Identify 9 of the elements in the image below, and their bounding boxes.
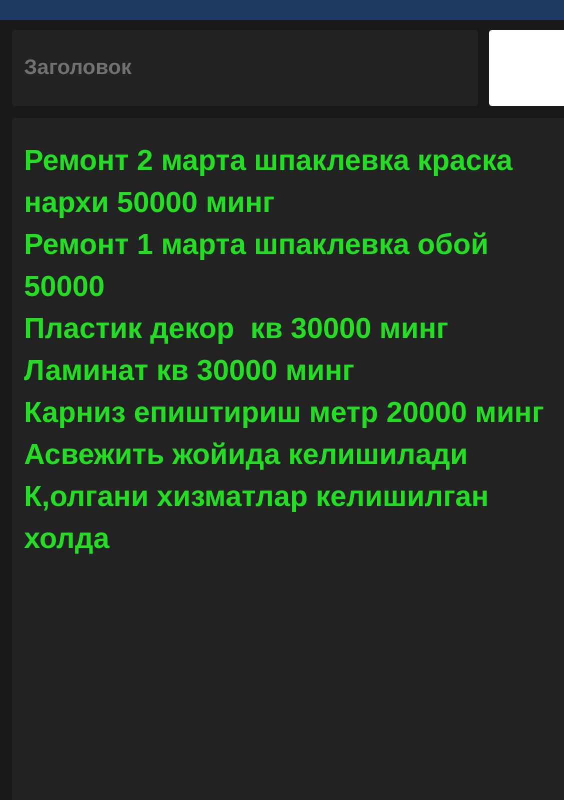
title-field[interactable]: Заголовок <box>12 30 478 106</box>
note-line: Пластик декор кв 30000 минг <box>24 312 450 347</box>
color-button[interactable] <box>489 30 564 106</box>
note-line: Асвежить жойида келишилади <box>24 438 469 473</box>
note-line: Ламинат кв 30000 минг <box>24 354 356 389</box>
note-line: Ремонт 1 марта шпаклевка обой 50000 <box>24 228 490 305</box>
note-line: К,олгани хизматлар келишилган холда <box>24 480 490 557</box>
note-line: Карниз епиштириш метр 20000 минг <box>24 396 545 431</box>
note-line: Ремонт 2 марта шпаклевка краска нархи 50000 минг <box>24 144 514 221</box>
